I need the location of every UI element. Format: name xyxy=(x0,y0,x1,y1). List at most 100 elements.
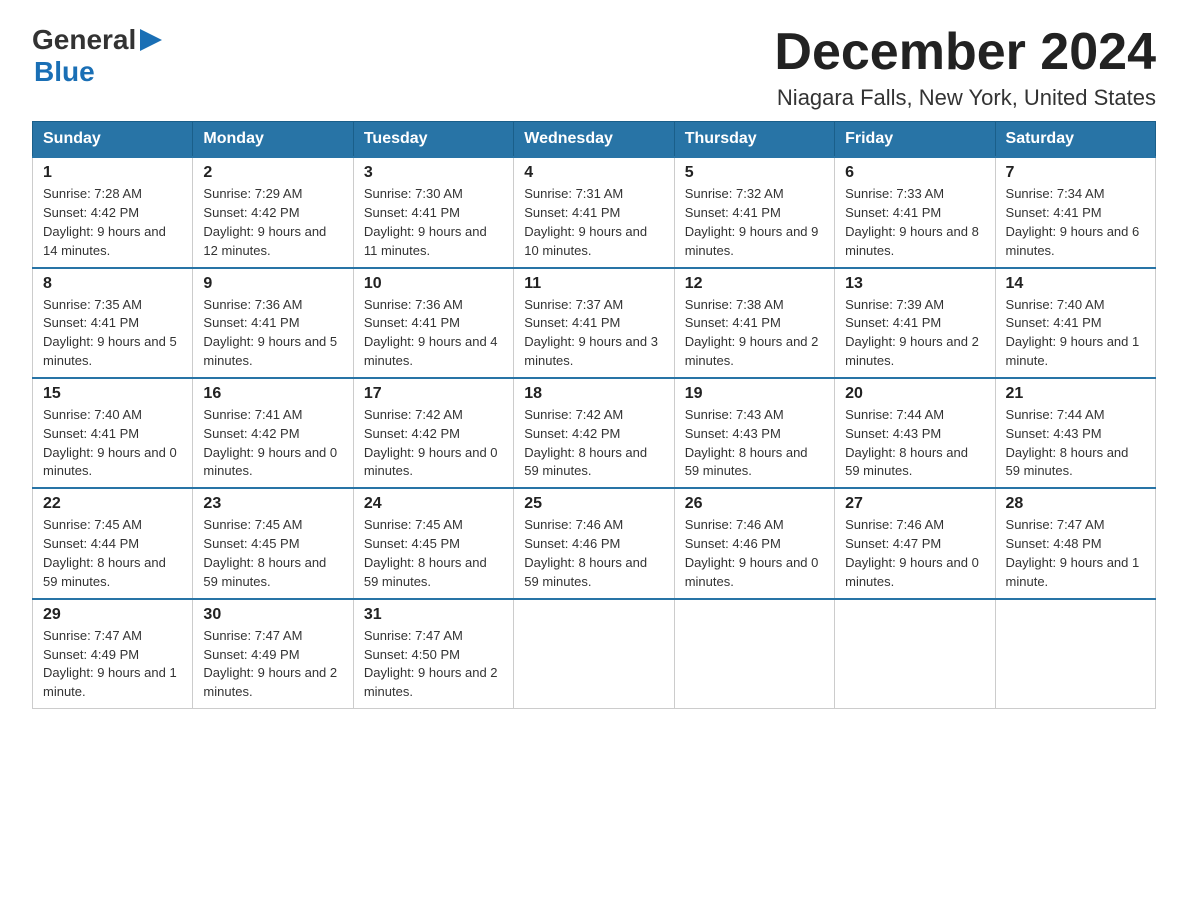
day-info: Sunrise: 7:45 AMSunset: 4:44 PMDaylight:… xyxy=(43,516,182,591)
day-info: Sunrise: 7:47 AMSunset: 4:49 PMDaylight:… xyxy=(203,627,342,702)
calendar-cell: 7 Sunrise: 7:34 AMSunset: 4:41 PMDayligh… xyxy=(995,157,1155,267)
day-number: 5 xyxy=(685,164,824,182)
weekday-header-sunday: Sunday xyxy=(33,122,193,158)
day-number: 21 xyxy=(1006,385,1145,403)
weekday-header-monday: Monday xyxy=(193,122,353,158)
calendar-week-row: 1 Sunrise: 7:28 AMSunset: 4:42 PMDayligh… xyxy=(33,157,1156,267)
calendar-cell: 3 Sunrise: 7:30 AMSunset: 4:41 PMDayligh… xyxy=(353,157,513,267)
calendar-cell: 14 Sunrise: 7:40 AMSunset: 4:41 PMDaylig… xyxy=(995,268,1155,378)
day-number: 28 xyxy=(1006,495,1145,513)
weekday-header-friday: Friday xyxy=(835,122,995,158)
calendar-cell: 15 Sunrise: 7:40 AMSunset: 4:41 PMDaylig… xyxy=(33,378,193,488)
day-info: Sunrise: 7:44 AMSunset: 4:43 PMDaylight:… xyxy=(1006,406,1145,481)
calendar-week-row: 29 Sunrise: 7:47 AMSunset: 4:49 PMDaylig… xyxy=(33,599,1156,709)
calendar-week-row: 15 Sunrise: 7:40 AMSunset: 4:41 PMDaylig… xyxy=(33,378,1156,488)
day-info: Sunrise: 7:41 AMSunset: 4:42 PMDaylight:… xyxy=(203,406,342,481)
day-number: 2 xyxy=(203,164,342,182)
weekday-header-thursday: Thursday xyxy=(674,122,834,158)
day-number: 16 xyxy=(203,385,342,403)
day-info: Sunrise: 7:46 AMSunset: 4:47 PMDaylight:… xyxy=(845,516,984,591)
day-number: 24 xyxy=(364,495,503,513)
calendar-cell: 30 Sunrise: 7:47 AMSunset: 4:49 PMDaylig… xyxy=(193,599,353,709)
day-info: Sunrise: 7:45 AMSunset: 4:45 PMDaylight:… xyxy=(203,516,342,591)
day-info: Sunrise: 7:38 AMSunset: 4:41 PMDaylight:… xyxy=(685,296,824,371)
day-info: Sunrise: 7:44 AMSunset: 4:43 PMDaylight:… xyxy=(845,406,984,481)
calendar-cell: 20 Sunrise: 7:44 AMSunset: 4:43 PMDaylig… xyxy=(835,378,995,488)
calendar-cell xyxy=(514,599,674,709)
day-number: 11 xyxy=(524,275,663,293)
day-info: Sunrise: 7:45 AMSunset: 4:45 PMDaylight:… xyxy=(364,516,503,591)
day-number: 23 xyxy=(203,495,342,513)
calendar-cell: 17 Sunrise: 7:42 AMSunset: 4:42 PMDaylig… xyxy=(353,378,513,488)
day-info: Sunrise: 7:39 AMSunset: 4:41 PMDaylight:… xyxy=(845,296,984,371)
day-info: Sunrise: 7:28 AMSunset: 4:42 PMDaylight:… xyxy=(43,185,182,260)
calendar-cell: 11 Sunrise: 7:37 AMSunset: 4:41 PMDaylig… xyxy=(514,268,674,378)
calendar-cell: 29 Sunrise: 7:47 AMSunset: 4:49 PMDaylig… xyxy=(33,599,193,709)
calendar-cell: 13 Sunrise: 7:39 AMSunset: 4:41 PMDaylig… xyxy=(835,268,995,378)
calendar-cell: 10 Sunrise: 7:36 AMSunset: 4:41 PMDaylig… xyxy=(353,268,513,378)
weekday-header-tuesday: Tuesday xyxy=(353,122,513,158)
day-info: Sunrise: 7:42 AMSunset: 4:42 PMDaylight:… xyxy=(524,406,663,481)
day-info: Sunrise: 7:40 AMSunset: 4:41 PMDaylight:… xyxy=(43,406,182,481)
calendar-cell: 24 Sunrise: 7:45 AMSunset: 4:45 PMDaylig… xyxy=(353,488,513,598)
calendar-cell: 9 Sunrise: 7:36 AMSunset: 4:41 PMDayligh… xyxy=(193,268,353,378)
day-info: Sunrise: 7:37 AMSunset: 4:41 PMDaylight:… xyxy=(524,296,663,371)
day-info: Sunrise: 7:42 AMSunset: 4:42 PMDaylight:… xyxy=(364,406,503,481)
calendar-cell: 16 Sunrise: 7:41 AMSunset: 4:42 PMDaylig… xyxy=(193,378,353,488)
day-info: Sunrise: 7:43 AMSunset: 4:43 PMDaylight:… xyxy=(685,406,824,481)
day-info: Sunrise: 7:46 AMSunset: 4:46 PMDaylight:… xyxy=(685,516,824,591)
calendar-cell: 22 Sunrise: 7:45 AMSunset: 4:44 PMDaylig… xyxy=(33,488,193,598)
day-info: Sunrise: 7:30 AMSunset: 4:41 PMDaylight:… xyxy=(364,185,503,260)
calendar-cell: 8 Sunrise: 7:35 AMSunset: 4:41 PMDayligh… xyxy=(33,268,193,378)
day-number: 31 xyxy=(364,606,503,624)
calendar-cell: 12 Sunrise: 7:38 AMSunset: 4:41 PMDaylig… xyxy=(674,268,834,378)
calendar-cell: 23 Sunrise: 7:45 AMSunset: 4:45 PMDaylig… xyxy=(193,488,353,598)
weekday-header-wednesday: Wednesday xyxy=(514,122,674,158)
subtitle: Niagara Falls, New York, United States xyxy=(774,85,1156,111)
logo: General Blue xyxy=(32,24,162,88)
day-number: 7 xyxy=(1006,164,1145,182)
calendar-cell: 2 Sunrise: 7:29 AMSunset: 4:42 PMDayligh… xyxy=(193,157,353,267)
day-info: Sunrise: 7:36 AMSunset: 4:41 PMDaylight:… xyxy=(203,296,342,371)
day-number: 26 xyxy=(685,495,824,513)
day-number: 3 xyxy=(364,164,503,182)
calendar-cell xyxy=(995,599,1155,709)
day-info: Sunrise: 7:29 AMSunset: 4:42 PMDaylight:… xyxy=(203,185,342,260)
day-info: Sunrise: 7:46 AMSunset: 4:46 PMDaylight:… xyxy=(524,516,663,591)
day-number: 14 xyxy=(1006,275,1145,293)
day-number: 20 xyxy=(845,385,984,403)
calendar-cell: 25 Sunrise: 7:46 AMSunset: 4:46 PMDaylig… xyxy=(514,488,674,598)
day-info: Sunrise: 7:35 AMSunset: 4:41 PMDaylight:… xyxy=(43,296,182,371)
day-number: 30 xyxy=(203,606,342,624)
day-number: 10 xyxy=(364,275,503,293)
page-header: General Blue December 2024 Niagara Falls… xyxy=(32,24,1156,111)
calendar-cell: 1 Sunrise: 7:28 AMSunset: 4:42 PMDayligh… xyxy=(33,157,193,267)
calendar-cell: 4 Sunrise: 7:31 AMSunset: 4:41 PMDayligh… xyxy=(514,157,674,267)
calendar-cell: 31 Sunrise: 7:47 AMSunset: 4:50 PMDaylig… xyxy=(353,599,513,709)
day-number: 19 xyxy=(685,385,824,403)
calendar-header-row: SundayMondayTuesdayWednesdayThursdayFrid… xyxy=(33,122,1156,158)
day-info: Sunrise: 7:47 AMSunset: 4:50 PMDaylight:… xyxy=(364,627,503,702)
calendar-cell xyxy=(835,599,995,709)
calendar-week-row: 8 Sunrise: 7:35 AMSunset: 4:41 PMDayligh… xyxy=(33,268,1156,378)
logo-arrow xyxy=(140,29,162,51)
calendar-cell: 27 Sunrise: 7:46 AMSunset: 4:47 PMDaylig… xyxy=(835,488,995,598)
day-number: 12 xyxy=(685,275,824,293)
calendar-cell: 6 Sunrise: 7:33 AMSunset: 4:41 PMDayligh… xyxy=(835,157,995,267)
day-info: Sunrise: 7:40 AMSunset: 4:41 PMDaylight:… xyxy=(1006,296,1145,371)
day-number: 22 xyxy=(43,495,182,513)
day-info: Sunrise: 7:31 AMSunset: 4:41 PMDaylight:… xyxy=(524,185,663,260)
calendar-cell: 18 Sunrise: 7:42 AMSunset: 4:42 PMDaylig… xyxy=(514,378,674,488)
calendar-cell: 28 Sunrise: 7:47 AMSunset: 4:48 PMDaylig… xyxy=(995,488,1155,598)
calendar-week-row: 22 Sunrise: 7:45 AMSunset: 4:44 PMDaylig… xyxy=(33,488,1156,598)
main-title: December 2024 xyxy=(774,24,1156,81)
day-number: 25 xyxy=(524,495,663,513)
title-block: December 2024 Niagara Falls, New York, U… xyxy=(774,24,1156,111)
day-number: 15 xyxy=(43,385,182,403)
day-info: Sunrise: 7:36 AMSunset: 4:41 PMDaylight:… xyxy=(364,296,503,371)
day-number: 6 xyxy=(845,164,984,182)
day-number: 18 xyxy=(524,385,663,403)
day-number: 13 xyxy=(845,275,984,293)
calendar-cell: 21 Sunrise: 7:44 AMSunset: 4:43 PMDaylig… xyxy=(995,378,1155,488)
day-info: Sunrise: 7:32 AMSunset: 4:41 PMDaylight:… xyxy=(685,185,824,260)
